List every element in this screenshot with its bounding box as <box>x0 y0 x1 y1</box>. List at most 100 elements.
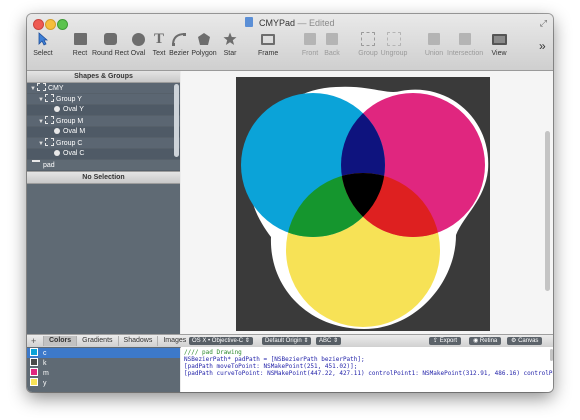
popup-arrows-icon: ⇕ <box>303 338 309 344</box>
bezier-tool-label: Bezier <box>169 50 189 57</box>
color-swatch <box>30 368 38 376</box>
color-name: c <box>43 350 47 357</box>
color-item-m[interactable]: m <box>27 368 180 378</box>
frame-icon <box>261 33 275 45</box>
star-tool-button[interactable]: Star <box>220 31 240 67</box>
polygon-tool-button[interactable]: Polygon <box>190 31 218 67</box>
origin-popup-label: Default Origin <box>265 338 302 344</box>
tab-shadows[interactable]: Shadows <box>117 336 158 346</box>
group-icon <box>45 138 54 146</box>
view-label: View <box>491 50 507 57</box>
view-button[interactable]: View <box>489 31 509 67</box>
toolbar-overflow-icon[interactable]: » <box>539 39 546 53</box>
retina-label: Retina <box>479 338 498 344</box>
disclosure-triangle-icon[interactable]: ▼ <box>30 84 37 94</box>
disclosure-triangle-icon[interactable]: ▼ <box>38 117 45 127</box>
select-tool-label: Select <box>33 50 53 57</box>
select-tool-button[interactable]: Select <box>32 31 54 67</box>
bottom-bar: + Colors Gradients Shadows Images OS X •… <box>27 334 553 348</box>
abc-popup[interactable]: ABC ⇕ <box>316 337 342 345</box>
tree-item-pad[interactable]: pad <box>27 160 180 171</box>
color-swatch <box>30 348 38 356</box>
language-popup[interactable]: OS X • Objective-C ⇕ <box>189 337 253 345</box>
union-icon <box>428 33 440 45</box>
shapes-tree: ▼ CMY ▼ Group Y Oval Y ▼ Group M Oval M ▼ Gr… <box>27 83 180 171</box>
color-name: y <box>43 380 47 387</box>
tree-item-label: Oval Y <box>63 106 84 113</box>
rect-tool-button[interactable]: Rect <box>68 31 92 67</box>
tree-item-group-y[interactable]: ▼ Group Y <box>27 94 180 105</box>
color-item-y[interactable]: y <box>27 378 180 388</box>
round-rect-icon <box>103 33 117 45</box>
library-tabs: Colors Gradients Shadows Images <box>43 336 191 346</box>
color-item-c[interactable]: c <box>27 348 180 358</box>
window-title-text: CMYPad <box>258 18 295 28</box>
popup-arrows-icon: ⇕ <box>244 338 250 344</box>
group-button[interactable]: Group <box>358 31 378 67</box>
intersection-button[interactable]: Intersection <box>447 31 483 67</box>
canvas-area[interactable] <box>181 71 553 341</box>
code-line: NSBezierPath* padPath = [NSBezierPath be… <box>184 356 365 363</box>
tree-item-oval-y[interactable]: Oval Y <box>27 105 180 116</box>
tab-colors[interactable]: Colors <box>43 336 77 346</box>
text-tool-label: Text <box>152 50 166 57</box>
window-title-status: Edited <box>309 18 335 28</box>
origin-popup[interactable]: Default Origin ⇕ <box>262 337 312 345</box>
text-t-icon: T <box>153 30 164 47</box>
generated-code[interactable]: //// pad Drawing NSBezierPath* padPath = … <box>181 347 553 377</box>
color-name: m <box>43 370 49 377</box>
send-back-icon <box>326 33 338 45</box>
oval-shape-icon <box>54 150 60 156</box>
color-item-k[interactable]: k <box>27 358 180 368</box>
sidebar-scrollbar[interactable] <box>174 84 179 157</box>
group-label: Group <box>358 50 378 57</box>
export-button[interactable]: ⇪ Export <box>429 337 462 345</box>
shapes-groups-header: Shapes & Groups <box>27 71 180 83</box>
add-item-button[interactable]: + <box>31 335 36 347</box>
color-swatch <box>30 358 38 366</box>
code-line: //// pad Drawing <box>184 349 242 356</box>
drawing-canvas[interactable] <box>236 77 490 331</box>
intersection-icon <box>459 33 471 45</box>
tree-item-label: pad <box>43 162 55 169</box>
app-window: CMYPad — Edited ⤢ Select Rect Round Rect… <box>27 14 553 392</box>
tab-gradients[interactable]: Gradients <box>76 336 117 346</box>
tree-item-cmy[interactable]: ▼ CMY <box>27 83 180 94</box>
star-tool-label: Star <box>223 50 237 57</box>
tree-item-oval-c[interactable]: Oval C <box>27 149 180 160</box>
bezier-tool-button[interactable]: Bezier <box>168 31 190 67</box>
rect-icon <box>73 33 87 45</box>
round-rect-tool-label: Round Rect <box>92 50 129 57</box>
oval-tool-button[interactable]: Oval <box>128 31 148 67</box>
tab-images[interactable]: Images <box>157 336 191 346</box>
round-rect-tool-button[interactable]: Round Rect <box>92 31 129 67</box>
code-pane[interactable]: //// pad Drawing NSBezierPath* padPath = … <box>181 347 553 392</box>
disclosure-triangle-icon[interactable]: ▼ <box>38 139 45 149</box>
disclosure-triangle-icon[interactable]: ▼ <box>38 95 45 105</box>
frame-tool-button[interactable]: Frame <box>258 31 278 67</box>
bring-front-button[interactable]: Front <box>300 31 320 67</box>
group-icon <box>45 94 54 102</box>
polygon-icon <box>198 33 210 45</box>
oval-icon <box>131 32 145 46</box>
abc-popup-label: ABC <box>319 338 332 344</box>
group-icon <box>361 32 375 46</box>
canvas-vertical-scrollbar[interactable] <box>545 131 550 291</box>
retina-button[interactable]: ◉ Retina <box>469 337 502 345</box>
canvas-button[interactable]: ⚙ Canvas <box>507 337 543 345</box>
tree-item-oval-m[interactable]: Oval M <box>27 127 180 138</box>
inspector-no-selection: No Selection <box>27 171 180 184</box>
window-title: CMYPad — Edited <box>27 17 553 28</box>
code-line: [padPath moveToPoint: NSMakePoint(251, 4… <box>184 363 358 370</box>
fullscreen-icon[interactable]: ⤢ <box>540 18 547 29</box>
send-back-button[interactable]: Back <box>322 31 342 67</box>
tree-item-group-m[interactable]: ▼ Group M <box>27 116 180 127</box>
cmy-venn-drawing[interactable] <box>236 77 490 331</box>
union-button[interactable]: Union <box>424 31 444 67</box>
tree-item-group-c[interactable]: ▼ Group C <box>27 138 180 149</box>
ungroup-button[interactable]: Ungroup <box>380 31 408 67</box>
text-tool-button[interactable]: T Text <box>150 31 168 67</box>
code-scrollbar[interactable] <box>550 349 553 361</box>
document-icon <box>245 17 254 27</box>
oval-shape-icon <box>54 106 60 112</box>
